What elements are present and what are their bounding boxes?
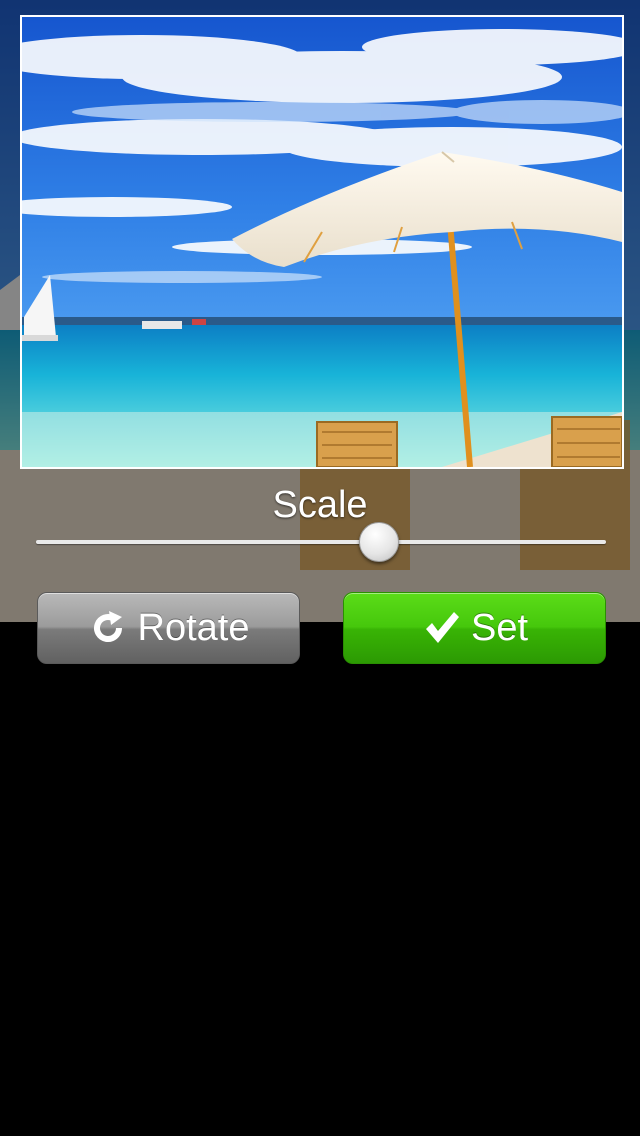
beach-photo	[22, 17, 622, 467]
set-button[interactable]: Set	[343, 592, 606, 664]
rotate-button-label: Rotate	[137, 606, 250, 649]
checkmark-icon	[421, 608, 461, 648]
rotate-clockwise-icon	[88, 608, 128, 648]
scale-slider[interactable]	[36, 522, 606, 562]
crop-frame[interactable]	[20, 15, 624, 469]
scale-slider-thumb[interactable]	[359, 522, 399, 562]
rotate-button[interactable]: Rotate	[37, 592, 300, 664]
scale-slider-track[interactable]	[36, 540, 606, 544]
scale-label: Scale	[272, 484, 368, 526]
photo-crop-screen: Scale Rotate Set	[0, 0, 640, 1136]
set-button-label: Set	[470, 606, 529, 649]
